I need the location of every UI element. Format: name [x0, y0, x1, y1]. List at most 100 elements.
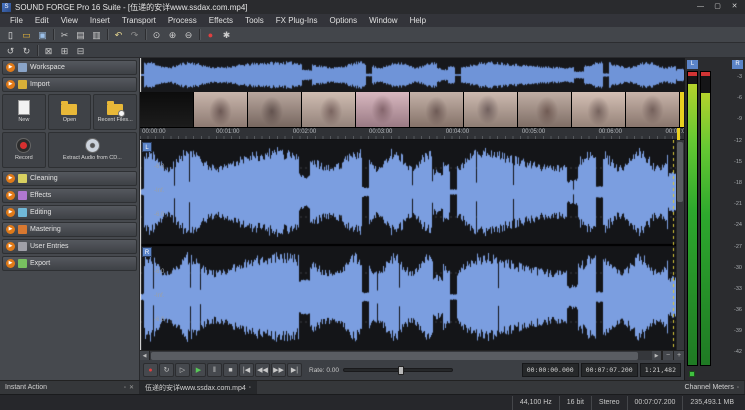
zoom-ratio-display[interactable]: 1:21,482	[640, 363, 681, 377]
channel-meters-tab[interactable]: Channel Meters ▫	[679, 381, 745, 394]
open-tile[interactable]: Open	[48, 94, 92, 130]
stereo-waveform[interactable]	[140, 140, 676, 350]
close-button[interactable]: ✕	[726, 1, 743, 13]
video-thumbnail[interactable]	[248, 92, 302, 127]
sidebar-item-export[interactable]: ▶ Export	[2, 256, 137, 271]
menu-item[interactable]: Effects	[203, 14, 239, 27]
video-thumbnail[interactable]	[626, 92, 680, 127]
menu-item[interactable]: Options	[324, 14, 364, 27]
undo-icon[interactable]: ↶	[111, 28, 126, 41]
video-thumbnail[interactable]	[572, 92, 626, 127]
video-thumbnail[interactable]	[410, 92, 464, 127]
loop-playback-button[interactable]: ↻	[159, 363, 174, 377]
menu-item[interactable]: Edit	[29, 14, 55, 27]
pause-button[interactable]: ‖	[207, 363, 222, 377]
scroll-track[interactable]	[150, 351, 652, 361]
zoom-selection-icon[interactable]: ⊠	[41, 44, 56, 57]
expand-arrow-icon: ▶	[6, 63, 15, 72]
new-file-icon[interactable]: ▯	[3, 28, 18, 41]
menu-item[interactable]: Process	[162, 14, 203, 27]
menu-item[interactable]: Window	[363, 14, 403, 27]
time-ruler[interactable]: 00:00:0000:01:0000:02:0000:03:0000:04:00…	[140, 128, 684, 140]
record-tile[interactable]: Record	[2, 132, 46, 168]
minimize-button[interactable]: —	[692, 1, 709, 13]
horizontal-scrollbar[interactable]: ◀ ▶ − +	[140, 350, 684, 360]
menu-item[interactable]: Help	[404, 14, 432, 27]
save-file-icon[interactable]: ▣	[35, 28, 50, 41]
video-thumbnail[interactable]	[464, 92, 518, 127]
video-thumbnail[interactable]	[194, 92, 248, 127]
video-thumbnail[interactable]	[140, 92, 194, 127]
waveform-view[interactable]: L R -6.0 -Inf. -6.0 -6.0 -Inf. -6.0	[140, 140, 684, 350]
sidebar-item-user-entries[interactable]: ▶ User Entries	[2, 239, 137, 254]
video-thumbnail[interactable]	[302, 92, 356, 127]
open-file-icon[interactable]: ▭	[19, 28, 34, 41]
play-button[interactable]: ▶	[191, 363, 206, 377]
record-icon[interactable]: ●	[203, 28, 218, 41]
forward-button[interactable]: ▶▶	[271, 363, 286, 377]
video-strip[interactable]	[140, 92, 684, 128]
cursor-position-display[interactable]: 00:00:00.000	[522, 363, 579, 377]
instant-action-tab[interactable]: Instant Action ▫ ✕	[0, 381, 140, 394]
overview-waveform[interactable]	[140, 58, 684, 92]
zoom-out-icon[interactable]: ⊖	[181, 28, 196, 41]
extract-audio-tile[interactable]: Extract Audio from CD...	[48, 132, 137, 168]
vertical-scrollbar[interactable]	[676, 140, 684, 350]
plugin-chain-icon[interactable]: ✱	[219, 28, 234, 41]
play-all-button[interactable]: ▷	[175, 363, 190, 377]
video-thumbnail[interactable]	[518, 92, 572, 127]
file-tab[interactable]: 伍递的安详www.ssdax.com.mp4 ▫	[140, 381, 257, 394]
rate-slider-knob[interactable]	[398, 366, 404, 375]
maximize-button[interactable]: ▢	[709, 1, 726, 13]
right-meter-bar[interactable]	[700, 71, 711, 366]
video-thumbnail[interactable]	[356, 92, 410, 127]
right-clip-indicator[interactable]	[701, 72, 710, 76]
paste-icon[interactable]: ▥	[89, 28, 104, 41]
tab-window-icon[interactable]: ▫	[249, 385, 251, 391]
stop-button[interactable]: ■	[223, 363, 238, 377]
sidebar-item-cleaning[interactable]: ▶ Cleaning	[2, 171, 137, 186]
go-to-end-button[interactable]: ▶|	[287, 363, 302, 377]
file-length-display[interactable]: 00:07:07.200	[581, 363, 638, 377]
vertical-scroll-thumb[interactable]	[677, 142, 683, 202]
left-channel-button[interactable]: L	[142, 142, 152, 152]
time-zoom-out-icon[interactable]: −	[662, 351, 673, 361]
time-zoom-in-icon[interactable]: +	[673, 351, 684, 361]
pin-icon[interactable]: ▫	[737, 385, 739, 391]
scroll-left-icon[interactable]: ◀	[140, 351, 150, 361]
cut-icon[interactable]: ✂	[57, 28, 72, 41]
rewind-button[interactable]: ◀◀	[255, 363, 270, 377]
auto-ripple-icon[interactable]: ↺	[3, 44, 18, 57]
left-clip-indicator[interactable]	[688, 72, 697, 76]
menu-item[interactable]: View	[55, 14, 84, 27]
zoom-out-time-icon[interactable]: ⊟	[73, 44, 88, 57]
zoom-normal-icon[interactable]: ⊙	[149, 28, 164, 41]
new-tile[interactable]: New	[2, 94, 46, 130]
recent-files-tile[interactable]: Recent Files...	[93, 94, 137, 130]
go-to-start-button[interactable]: |◀	[239, 363, 254, 377]
scroll-thumb[interactable]	[151, 352, 638, 360]
redo-icon[interactable]: ↷	[127, 28, 142, 41]
copy-icon[interactable]: ▤	[73, 28, 88, 41]
pin-icon[interactable]: ▫	[124, 385, 126, 391]
sidebar-item-workspace[interactable]: ▶ Workspace	[2, 60, 137, 75]
overview-strip[interactable]	[140, 58, 684, 92]
left-meter-bar[interactable]	[687, 71, 698, 366]
sidebar-item-mastering[interactable]: ▶ Mastering	[2, 222, 137, 237]
sidebar-item-effects[interactable]: ▶ Effects	[2, 188, 137, 203]
menu-item[interactable]: Insert	[84, 14, 116, 27]
menu-item[interactable]: FX Plug-Ins	[270, 14, 324, 27]
menu-item[interactable]: Transport	[116, 14, 162, 27]
crossfade-icon[interactable]: ↻	[19, 44, 34, 57]
zoom-in-time-icon[interactable]: ⊞	[57, 44, 72, 57]
right-channel-button[interactable]: R	[142, 247, 152, 257]
close-panel-icon[interactable]: ✕	[129, 384, 134, 391]
menu-item[interactable]: File	[4, 14, 29, 27]
scroll-right-icon[interactable]: ▶	[652, 351, 662, 361]
sidebar-item-import[interactable]: ▶ Import	[2, 77, 137, 92]
sidebar-item-editing[interactable]: ▶ Editing	[2, 205, 137, 220]
rate-slider[interactable]	[343, 368, 453, 372]
record-button[interactable]: ●	[143, 363, 158, 377]
zoom-in-icon[interactable]: ⊕	[165, 28, 180, 41]
menu-item[interactable]: Tools	[239, 14, 270, 27]
